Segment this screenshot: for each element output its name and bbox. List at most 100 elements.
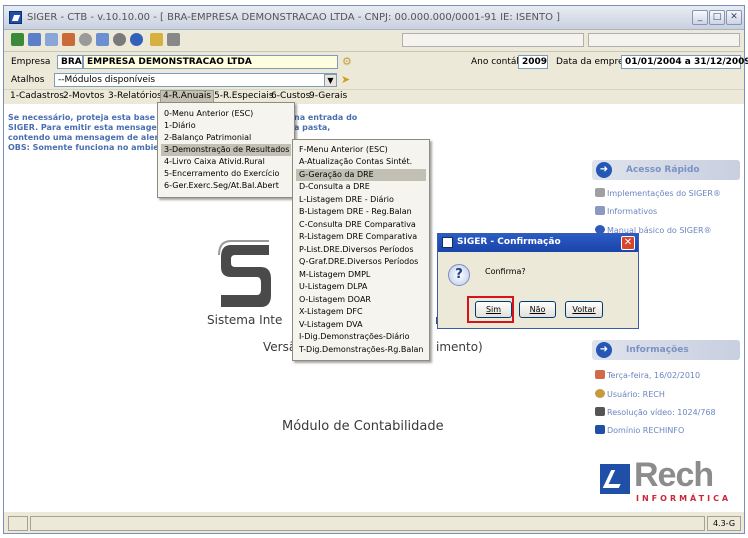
tools-icon[interactable] [167, 33, 180, 46]
folder-icon[interactable] [150, 33, 163, 46]
empresa-name-field[interactable]: EMPRESA DEMONSTRACAO LTDA [83, 55, 338, 69]
status-cell-main [30, 516, 705, 531]
menu-dre-item[interactable]: P-List.DRE.Diversos Períodos [296, 244, 414, 256]
module-title: Módulo de Contabilidade [282, 419, 444, 434]
globe-icon[interactable] [130, 33, 143, 46]
atalhos-select[interactable]: --Módulos disponíveis [54, 73, 337, 87]
yes-button-highlight [467, 296, 514, 323]
menu-dre-item[interactable]: C-Consulta DRE Comparativa [296, 219, 416, 231]
link-informativos[interactable]: Informativos [595, 206, 657, 216]
menu-anuais-item[interactable]: 5-Encerramento do Exercício [161, 168, 279, 180]
menu-anuais-item[interactable]: 6-Ger.Exerc.Seg/At.Bal.Abert [161, 180, 279, 192]
minimize-button[interactable]: _ [692, 10, 708, 25]
menu-dre-item[interactable]: D-Consulta a DRE [296, 181, 370, 193]
atalhos-label: Atalhos [11, 75, 45, 85]
menu-cadastros[interactable]: 1-Cadastros [10, 91, 64, 101]
menu-custos[interactable]: 6-Custos [271, 91, 310, 101]
lookup-icon[interactable]: ⚙ [342, 55, 352, 68]
logo-version-text-tail: imento) [436, 340, 483, 354]
data-empresa-field[interactable]: 01/01/2004 a 31/12/2009 [621, 55, 748, 69]
pen-icon [595, 206, 605, 215]
logo-system-text: Sistema Inte [207, 313, 283, 327]
info-header: ➜ Informações [592, 340, 740, 360]
menu-anuais-item[interactable]: 1-Diário [161, 120, 196, 132]
menu-anuais-item-selected[interactable]: 3-Demonstração de Resultados [161, 144, 291, 156]
rech-logo-sub: INFORMÁTICA [636, 494, 732, 503]
menu-dre-item[interactable]: T-Dig.Demonstrações-Rg.Balan [296, 344, 423, 356]
menu-gerais[interactable]: 9-Gerais [309, 91, 347, 101]
menu-dre-item[interactable]: O-Listagem DOAR [296, 294, 371, 306]
menu-anuais-dropdown: 0-Menu Anterior (ESC) 1-Diário 2-Balanço… [157, 102, 295, 198]
menu-r-especiais[interactable]: 5-R.Especiais [214, 91, 274, 101]
menu-movtos[interactable]: 2-Movtos [63, 91, 104, 101]
arrow-icon: ➜ [596, 162, 612, 178]
toolbar-field-1 [402, 33, 584, 47]
menu-anuais-item[interactable]: 2-Balanço Patrimonial [161, 132, 251, 144]
menu-relatorios[interactable]: 3-Relatórios [108, 91, 162, 101]
empresa-label: Empresa [11, 57, 51, 67]
exit-icon[interactable] [11, 33, 24, 46]
toolbar-field-2 [588, 33, 740, 47]
menu-dre-item[interactable]: R-Listagem DRE Comparativa [296, 231, 417, 243]
domain-icon [595, 425, 605, 434]
menu-dre-item[interactable]: B-Listagem DRE - Reg.Balan [296, 206, 412, 218]
info-date: Terça-feira, 16/02/2010 [595, 370, 700, 380]
calendar-icon[interactable] [96, 33, 109, 46]
menu-bar: 1-Cadastros 2-Movtos 3-Relatórios 4-R.An… [4, 89, 744, 103]
siger-s-logo [218, 240, 271, 307]
chevron-down-icon[interactable]: ▼ [324, 74, 337, 87]
menu-dre-item[interactable]: V-Listagem DVA [296, 319, 363, 331]
menu-anuais-item[interactable]: 0-Menu Anterior (ESC) [161, 108, 253, 120]
dialog-message: Confirma? [485, 267, 526, 276]
toolbar [4, 31, 744, 49]
empresa-code-field[interactable]: BRA [57, 55, 83, 69]
rech-logo-mark [600, 464, 630, 494]
menu-dre-item[interactable]: A-Atualização Contas Sintét. [296, 156, 412, 168]
view-icon[interactable] [79, 33, 92, 46]
arrow-icon: ➜ [596, 342, 612, 358]
close-button[interactable]: ✕ [726, 10, 742, 25]
disc-icon[interactable] [113, 33, 126, 46]
empresa-row: Empresa BRA EMPRESA DEMONSTRACAO LTDA ⚙ … [4, 51, 748, 71]
title-bar[interactable]: SIGER - CTB - v.10.10.00 - [ BRA-EMPRESA… [4, 6, 744, 30]
rech-logo-name: Rech [634, 456, 714, 494]
atalhos-row: Atalhos --Módulos disponíveis ▼ ➤ [4, 71, 744, 89]
menu-dre-item[interactable]: X-Listagem DFC [296, 306, 363, 318]
menu-dre-item[interactable]: F-Menu Anterior (ESC) [296, 144, 388, 156]
monitor-icon [595, 407, 605, 416]
app-icon [9, 11, 22, 24]
menu-dre-item[interactable]: M-Listagem DMPL [296, 269, 370, 281]
menu-dre-item[interactable]: L-Listagem DRE - Diário [296, 194, 394, 206]
quick-access-header: ➜ Acesso Rápido [592, 160, 740, 180]
rech-logo: Rech INFORMÁTICA [600, 456, 740, 506]
dialog-title: SIGER - Confirmação [457, 237, 561, 247]
status-version: 4.3-G [707, 516, 741, 531]
back-button[interactable]: Voltar [565, 301, 603, 318]
tree-icon[interactable] [62, 33, 75, 46]
status-bar: 4.3-G [4, 513, 744, 533]
menu-dre-dropdown: F-Menu Anterior (ESC) A-Atualização Cont… [292, 139, 430, 361]
no-button[interactable]: Não [519, 301, 556, 318]
menu-dre-item-selected[interactable]: G-Geração da DRE [296, 169, 426, 181]
document-icon[interactable] [28, 33, 41, 46]
info-domain: Domínio RECHINFO [595, 425, 684, 435]
menu-dre-item[interactable]: U-Listagem DLPA [296, 281, 367, 293]
dialog-close-button[interactable]: ✕ [621, 236, 635, 250]
list-icon[interactable] [45, 33, 58, 46]
link-implementacoes[interactable]: Implementações do SIGER® [595, 188, 721, 198]
question-icon: ? [448, 264, 470, 286]
users-icon [595, 389, 605, 398]
info-resolution: Resolução vídeo: 1024/768 [595, 407, 716, 417]
go-icon[interactable]: ➤ [341, 73, 350, 86]
menu-dre-item[interactable]: I-Dig.Demonstrações-Diário [296, 331, 410, 343]
menu-anuais-item[interactable]: 4-Livro Caixa Ativid.Rural [161, 156, 265, 168]
calendar-icon [595, 370, 605, 379]
status-cell-1 [8, 516, 28, 531]
menu-dre-item[interactable]: Q-Graf.DRE.Diversos Períodos [296, 256, 418, 268]
app-icon [442, 237, 453, 248]
info-user: Usuário: RECH [595, 389, 665, 399]
maximize-button[interactable]: □ [709, 10, 725, 25]
gear-icon [595, 188, 605, 197]
ano-field[interactable]: 2009 [518, 55, 548, 69]
dialog-title-bar[interactable]: SIGER - Confirmação ✕ [438, 234, 638, 252]
